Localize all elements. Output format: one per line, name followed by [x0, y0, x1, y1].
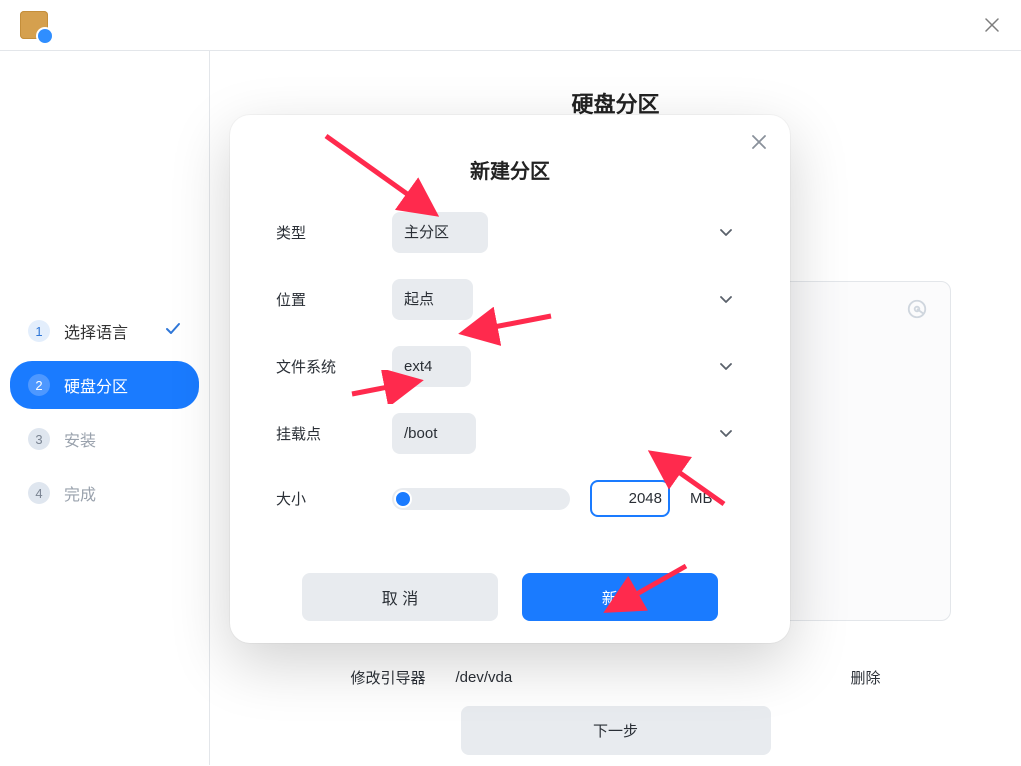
- step-label: 硬盘分区: [64, 373, 128, 397]
- step-language[interactable]: 1 选择语言: [10, 307, 199, 355]
- row-size: 大小 MB: [276, 480, 744, 517]
- dialog-title: 新建分区: [276, 155, 744, 184]
- position-select[interactable]: 起点: [392, 279, 473, 320]
- bootloader-row: 修改引导器 /dev/vda 删除: [351, 667, 881, 688]
- filesystem-select[interactable]: ext4: [392, 346, 471, 387]
- chevron-down-icon: [720, 425, 732, 443]
- chevron-down-icon: [720, 224, 732, 242]
- cancel-button[interactable]: 取 消: [302, 573, 498, 621]
- bootloader-value[interactable]: /dev/vda: [426, 669, 851, 686]
- step-label: 选择语言: [64, 319, 128, 343]
- step-partition[interactable]: 2 硬盘分区: [10, 361, 199, 409]
- bootloader-label[interactable]: 修改引导器: [351, 667, 426, 688]
- step-number: 4: [28, 482, 50, 504]
- harddrive-icon: [906, 298, 928, 320]
- row-type: 类型 主分区: [276, 212, 744, 253]
- mountpoint-label: 挂载点: [276, 423, 372, 444]
- bottom-area: 修改引导器 /dev/vda 删除 下一步: [210, 667, 1021, 755]
- row-filesystem: 文件系统 ext4: [276, 346, 744, 387]
- step-number: 3: [28, 428, 50, 450]
- create-button[interactable]: 新 建: [522, 573, 718, 621]
- type-select[interactable]: 主分区: [392, 212, 488, 253]
- size-unit: MB: [690, 490, 713, 507]
- type-label: 类型: [276, 222, 372, 243]
- row-mountpoint: 挂载点 /boot: [276, 413, 744, 454]
- delete-button[interactable]: 删除: [850, 667, 880, 688]
- title-bar: [0, 0, 1021, 50]
- position-label: 位置: [276, 289, 372, 310]
- check-icon: [165, 321, 181, 342]
- step-finish[interactable]: 4 完成: [10, 469, 199, 517]
- dialog-close-button[interactable]: [750, 133, 768, 151]
- row-position: 位置 起点: [276, 279, 744, 320]
- new-partition-dialog: 新建分区 类型 主分区 位置 起点 文件系统 ext4: [230, 115, 790, 643]
- chevron-down-icon: [720, 358, 732, 376]
- next-button[interactable]: 下一步: [461, 706, 771, 755]
- size-label: 大小: [276, 488, 372, 509]
- step-install[interactable]: 3 安装: [10, 415, 199, 463]
- slider-thumb[interactable]: [394, 490, 412, 508]
- filesystem-label: 文件系统: [276, 356, 372, 377]
- step-label: 安装: [64, 427, 96, 451]
- step-number: 1: [28, 320, 50, 342]
- chevron-down-icon: [720, 291, 732, 309]
- window-close-button[interactable]: [983, 16, 1001, 34]
- step-number: 2: [28, 374, 50, 396]
- steps-sidebar: 1 选择语言 2 硬盘分区 3 安装 4 完成: [0, 51, 210, 765]
- size-slider[interactable]: [392, 488, 570, 510]
- size-input[interactable]: [590, 480, 670, 517]
- mountpoint-select[interactable]: /boot: [392, 413, 476, 454]
- step-label: 完成: [64, 481, 96, 505]
- app-logo-icon: [20, 11, 48, 39]
